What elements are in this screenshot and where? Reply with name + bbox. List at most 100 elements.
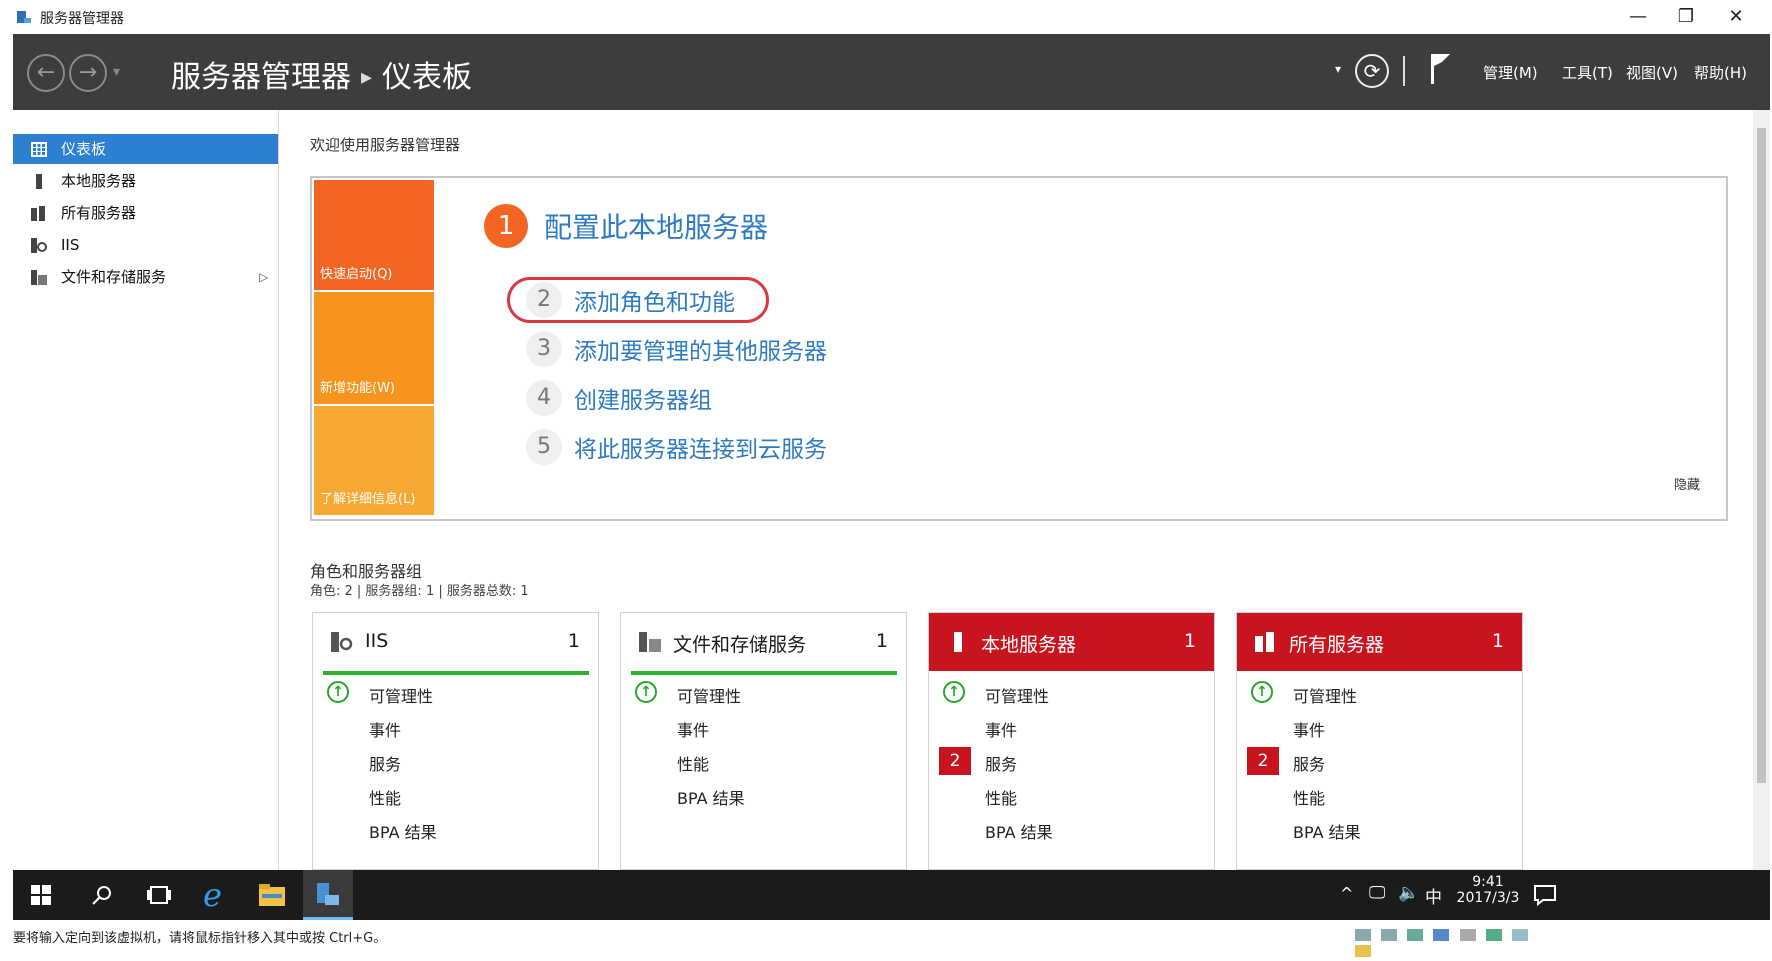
step-create-group-link[interactable]: 创建服务器组 xyxy=(574,381,712,415)
clock[interactable]: 9:41 2017/3/3 xyxy=(1453,874,1523,906)
step-configure-local-server-link[interactable]: 配置此本地服务器 xyxy=(544,206,768,246)
sidebar-item-all-servers[interactable]: 所有服务器 xyxy=(13,198,278,228)
server-manager-app-icon xyxy=(17,11,31,23)
history-dropdown-icon[interactable]: ▾ xyxy=(113,64,120,80)
network-icon[interactable]: 🖵 xyxy=(1369,883,1385,903)
volume-muted-icon[interactable]: 🔈 xyxy=(1398,883,1419,903)
server-manager-icon xyxy=(317,883,339,905)
restore-button[interactable]: ❐ xyxy=(1664,4,1708,30)
server-manager-taskbar-button[interactable] xyxy=(303,870,353,920)
tile-row-bpa[interactable]: BPA 结果 xyxy=(677,785,745,809)
sidebar-item-iis[interactable]: IIS xyxy=(13,230,278,260)
ime-indicator[interactable]: 中 xyxy=(1425,883,1442,908)
hide-link[interactable]: 隐藏 xyxy=(1674,474,1700,493)
file-explorer-icon[interactable] xyxy=(259,884,285,906)
ok-status-icon: ↑ xyxy=(327,681,349,703)
menu-view[interactable]: 视图(V) xyxy=(1626,62,1678,83)
clock-time: 9:41 xyxy=(1472,874,1504,890)
device-icon[interactable] xyxy=(1511,929,1528,941)
menu-manage[interactable]: 管理(M) xyxy=(1483,62,1538,83)
learn-more-tab[interactable]: 了解详细信息(L) xyxy=(314,406,434,515)
menu-help[interactable]: 帮助(H) xyxy=(1694,62,1747,83)
device-icon[interactable] xyxy=(1355,929,1371,941)
ok-status-icon: ↑ xyxy=(1251,681,1273,703)
tile-row-events[interactable]: 事件 xyxy=(985,717,1017,741)
roles-summary: 角色: 2 | 服务器组: 1 | 服务器总数: 1 xyxy=(310,584,529,599)
scrollbar-thumb[interactable] xyxy=(1757,128,1766,783)
tile-row-events[interactable]: 事件 xyxy=(1293,717,1325,741)
tile-row-manageability[interactable]: 可管理性 xyxy=(985,683,1049,707)
tile-header[interactable]: IIS 1 xyxy=(313,613,598,671)
refresh-dropdown-icon[interactable]: ▾ xyxy=(1335,62,1341,76)
tile-row-manageability[interactable]: 可管理性 xyxy=(677,683,741,707)
device-icon[interactable] xyxy=(1355,945,1371,957)
vm-device-tray xyxy=(1355,929,1545,957)
refresh-button[interactable]: ⟳ xyxy=(1355,54,1389,88)
menu-tools[interactable]: 工具(T) xyxy=(1562,62,1613,83)
device-icon[interactable] xyxy=(1459,929,1476,941)
tile-row-events[interactable]: 事件 xyxy=(677,717,709,741)
minimize-button[interactable]: — xyxy=(1616,4,1660,30)
back-button[interactable]: ← xyxy=(27,54,65,92)
tile-row-services[interactable]: 服务 xyxy=(985,751,1017,775)
search-icon[interactable] xyxy=(91,884,113,906)
tile-all-servers[interactable]: 所有服务器 1 ↑ 可管理性 事件 2 服务 性能 BPA 结果 xyxy=(1236,612,1523,870)
close-button[interactable]: ✕ xyxy=(1714,4,1758,30)
step-add-servers-link[interactable]: 添加要管理的其他服务器 xyxy=(574,332,827,366)
tile-row-performance[interactable]: 性能 xyxy=(369,785,401,809)
action-center-icon[interactable] xyxy=(1533,883,1557,907)
tile-row-services[interactable]: 服务 xyxy=(1293,751,1325,775)
tile-row-performance[interactable]: 性能 xyxy=(1293,785,1325,809)
quick-start-tab[interactable]: 快速启动(Q) xyxy=(314,180,434,290)
sidebar-item-file-storage[interactable]: 文件和存储服务 ▷ xyxy=(13,262,278,292)
tile-row-bpa[interactable]: BPA 结果 xyxy=(369,819,437,843)
tile-header[interactable]: 所有服务器 1 xyxy=(1237,613,1522,671)
tile-title: 所有服务器 xyxy=(1289,634,1385,656)
ok-status-icon: ↑ xyxy=(943,681,965,703)
ok-status-icon: ↑ xyxy=(635,681,657,703)
window-title: 服务器管理器 xyxy=(40,11,124,27)
tile-row-services[interactable]: 服务 xyxy=(369,751,401,775)
device-icon[interactable] xyxy=(1407,929,1424,941)
device-icon[interactable] xyxy=(1381,929,1398,941)
tile-count: 1 xyxy=(1491,630,1504,652)
tile-row-bpa[interactable]: BPA 结果 xyxy=(985,819,1053,843)
task-view-icon[interactable] xyxy=(147,885,171,905)
tile-title: IIS xyxy=(365,630,389,652)
sidebar-item-local-server[interactable]: 本地服务器 xyxy=(13,166,278,196)
tile-header[interactable]: 文件和存储服务 1 xyxy=(621,613,906,671)
expand-arrow-icon[interactable]: ▷ xyxy=(259,262,268,292)
device-icon[interactable] xyxy=(1485,929,1502,941)
sidebar-item-dashboard[interactable]: 仪表板 xyxy=(13,134,278,164)
show-hidden-icons-icon[interactable]: ^ xyxy=(1340,884,1353,903)
forward-button[interactable]: → xyxy=(69,54,107,92)
tile-row-manageability[interactable]: 可管理性 xyxy=(1293,683,1357,707)
start-icon[interactable] xyxy=(31,885,51,905)
step-add-roles-link[interactable]: 添加角色和功能 xyxy=(574,283,735,317)
notifications-flag-icon[interactable] xyxy=(1428,52,1452,86)
ie-icon[interactable]: e xyxy=(203,876,222,914)
tile-count: 1 xyxy=(567,630,580,652)
step-number-3: 3 xyxy=(526,331,562,367)
whats-new-label: 新增功能(W) xyxy=(320,381,395,396)
tile-iis[interactable]: IIS 1 ↑ 可管理性 事件 服务 性能 BPA 结果 xyxy=(312,612,599,870)
iis-icon xyxy=(331,632,353,652)
dashboard-icon xyxy=(31,142,47,157)
tile-row-events[interactable]: 事件 xyxy=(369,717,401,741)
vertical-scrollbar[interactable] xyxy=(1753,110,1770,870)
tile-title: 文件和存储服务 xyxy=(673,634,807,656)
clock-date: 2017/3/3 xyxy=(1456,890,1520,906)
device-icon[interactable] xyxy=(1433,929,1450,941)
step-connect-cloud-link[interactable]: 将此服务器连接到云服务 xyxy=(574,430,827,464)
tile-row-performance[interactable]: 性能 xyxy=(985,785,1017,809)
tile-count: 1 xyxy=(875,630,888,652)
whats-new-tab[interactable]: 新增功能(W) xyxy=(314,292,434,404)
file-storage-icon xyxy=(639,632,661,652)
tile-row-bpa[interactable]: BPA 结果 xyxy=(1293,819,1361,843)
tile-header[interactable]: 本地服务器 1 xyxy=(929,613,1214,671)
tile-file-storage[interactable]: 文件和存储服务 1 ↑ 可管理性 事件 性能 BPA 结果 xyxy=(620,612,907,870)
tile-local-server[interactable]: 本地服务器 1 ↑ 可管理性 事件 2 服务 性能 BPA 结果 xyxy=(928,612,1215,870)
breadcrumb-root[interactable]: 服务器管理器 xyxy=(171,60,351,95)
tile-row-performance[interactable]: 性能 xyxy=(677,751,709,775)
tile-row-manageability[interactable]: 可管理性 xyxy=(369,683,433,707)
